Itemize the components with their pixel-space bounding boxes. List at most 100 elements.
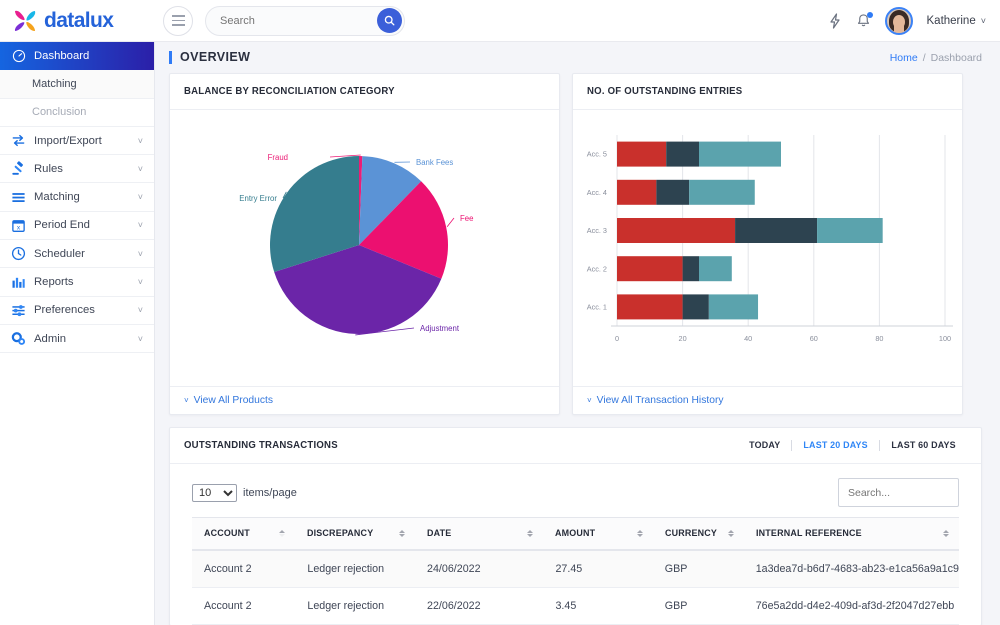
bell-icon[interactable] <box>856 13 871 29</box>
bar-segment[interactable] <box>689 180 755 205</box>
items-per-page-select[interactable]: 102550100 <box>192 484 237 502</box>
date-range-tabs: TODAY LAST 20 DAYS LAST 60 DAYS <box>739 440 967 451</box>
sidebar-item-admin[interactable]: Admin ˅ <box>0 325 154 353</box>
brand-logo[interactable]: datalux <box>0 8 155 34</box>
bar-segment[interactable] <box>683 256 699 281</box>
table-header-row: ACCOUNTDISCREPANCY DATE AMOUNT CURRENCYINTE… <box>192 518 959 551</box>
column-header-date[interactable]: DATE <box>415 518 543 551</box>
breadcrumb: Home / Dashboard <box>890 52 982 64</box>
sort-icon[interactable] <box>637 530 643 538</box>
bar-segment[interactable] <box>617 256 683 281</box>
notification-badge <box>867 12 873 18</box>
pie-label-fee: Fee <box>460 214 473 223</box>
page-header: OVERVIEW Home / Dashboard <box>155 42 1000 73</box>
bar-segment[interactable] <box>735 218 817 243</box>
bar-segment[interactable] <box>817 218 883 243</box>
column-header-account[interactable]: ACCOUNT <box>192 518 295 551</box>
table-cell: GBP <box>653 550 744 588</box>
table-toolbar: 102550100 items/page <box>170 464 981 517</box>
pie-label-fraud: Fraud <box>268 153 288 162</box>
topbar-actions: Katherine ˅ <box>828 7 1000 35</box>
bar-segment[interactable] <box>656 180 689 205</box>
pie-leader-line <box>447 218 454 227</box>
global-search[interactable] <box>205 6 405 36</box>
table-cell: 22/06/2022 <box>415 588 543 625</box>
sort-icon[interactable] <box>399 530 405 538</box>
view-all-products-link[interactable]: ˅ View All Products <box>170 386 559 414</box>
breadcrumb-home[interactable]: Home <box>890 52 918 64</box>
sidebar-item-import-export[interactable]: Import/Export ˅ <box>0 127 154 155</box>
table-row[interactable]: Account 2Ledger rejection24/06/202227.45… <box>192 550 959 588</box>
sidebar-item-label: Import/Export <box>34 135 102 147</box>
x-axis-tick-label: 100 <box>939 334 951 343</box>
breadcrumb-separator: / <box>923 52 926 64</box>
sort-icon[interactable] <box>527 530 533 538</box>
bar-segment[interactable] <box>699 256 732 281</box>
bar-segment[interactable] <box>617 218 735 243</box>
sort-icon[interactable] <box>279 530 285 538</box>
sidebar-item-label: Rules <box>34 163 63 175</box>
transactions-header: OUTSTANDING TRANSACTIONS TODAY LAST 20 D… <box>170 428 981 464</box>
y-axis-tick-label: Acc. 5 <box>587 150 607 159</box>
tab-today[interactable]: TODAY <box>741 440 789 451</box>
transactions-table: ACCOUNTDISCREPANCY DATE AMOUNT CURRENCYINTE… <box>192 517 959 625</box>
x-axis-tick-label: 80 <box>875 334 883 343</box>
table-search-input[interactable] <box>838 478 959 507</box>
view-all-transaction-history-link[interactable]: ˅ View All Transaction History <box>573 386 962 414</box>
sidebar-item-reports[interactable]: Reports ˅ <box>0 268 154 296</box>
bar-segment[interactable] <box>617 180 656 205</box>
hamburger-icon[interactable] <box>163 6 193 36</box>
column-header-discrepancy[interactable]: DISCREPANCY <box>295 518 415 551</box>
pie-label-entry-error: Entry Error <box>239 194 277 203</box>
table-cell: Account 2 <box>192 588 295 625</box>
tab-last-60-days[interactable]: LAST 60 DAYS <box>883 440 964 451</box>
x-axis-tick-label: 0 <box>615 334 619 343</box>
sidebar-item-matching[interactable]: Matching ˅ <box>0 183 154 211</box>
flash-icon[interactable] <box>828 13 842 29</box>
bar-segment[interactable] <box>617 142 666 167</box>
sidebar-item-label: Conclusion <box>32 106 86 118</box>
search-icon <box>384 15 395 26</box>
sort-icon[interactable] <box>943 530 949 538</box>
bar-card: NO. OF OUTSTANDING ENTRIES 020406080100A… <box>572 73 963 415</box>
sidebar-item-preferences[interactable]: Preferences ˅ <box>0 297 154 325</box>
sort-icon[interactable] <box>728 530 734 538</box>
sidebar-item-matching-sub[interactable]: Matching <box>0 70 154 98</box>
avatar[interactable] <box>885 7 913 35</box>
bar-segment[interactable] <box>666 142 699 167</box>
chevron-down-icon[interactable]: ˅ <box>981 16 986 26</box>
y-axis-tick-label: Acc. 1 <box>587 303 607 312</box>
table-cell: 24/06/2022 <box>415 550 543 588</box>
column-header-amount[interactable]: AMOUNT <box>543 518 652 551</box>
sidebar-item-dashboard[interactable]: Dashboard <box>0 42 154 70</box>
user-name[interactable]: Katherine <box>927 15 976 27</box>
tab-last-20-days[interactable]: LAST 20 DAYS <box>795 440 876 451</box>
sidebar-item-period-end[interactable]: x Period End ˅ <box>0 212 154 240</box>
bar-segment[interactable] <box>699 142 781 167</box>
sidebar-item-label: Matching <box>34 191 80 203</box>
search-input[interactable] <box>220 15 350 27</box>
search-button[interactable] <box>377 8 402 33</box>
breadcrumb-current: Dashboard <box>931 52 982 64</box>
column-header-internal-reference[interactable]: INTERNAL REFERENCE <box>744 518 959 551</box>
column-header-currency[interactable]: CURRENCY <box>653 518 744 551</box>
table-cell: GBP <box>653 588 744 625</box>
sidebar-item-rules[interactable]: Rules ˅ <box>0 155 154 183</box>
table-row[interactable]: Account 2Ledger rejection22/06/20223.45G… <box>192 588 959 625</box>
bar-segment[interactable] <box>683 294 709 319</box>
bar-segment[interactable] <box>709 294 758 319</box>
sidebar-item-scheduler[interactable]: Scheduler ˅ <box>0 240 154 268</box>
table-cell: Account 2 <box>192 550 295 588</box>
pie-chart: FraudBank FeesFeeAdjustmentEntry Error <box>170 110 559 386</box>
column-header-label: DATE <box>427 528 451 539</box>
gavel-icon <box>11 161 26 176</box>
sidebar-item-label: Dashboard <box>34 50 89 62</box>
sidebar-item-conclusion[interactable]: Conclusion <box>0 99 154 127</box>
y-axis-tick-label: Acc. 2 <box>587 264 607 273</box>
sidebar-item-label: Reports <box>34 276 74 288</box>
table-cell: Ledger rejection <box>295 588 415 625</box>
x-axis-tick-label: 40 <box>744 334 752 343</box>
bar-segment[interactable] <box>617 294 683 319</box>
column-header-label: AMOUNT <box>555 528 595 539</box>
tab-separator <box>791 440 792 451</box>
